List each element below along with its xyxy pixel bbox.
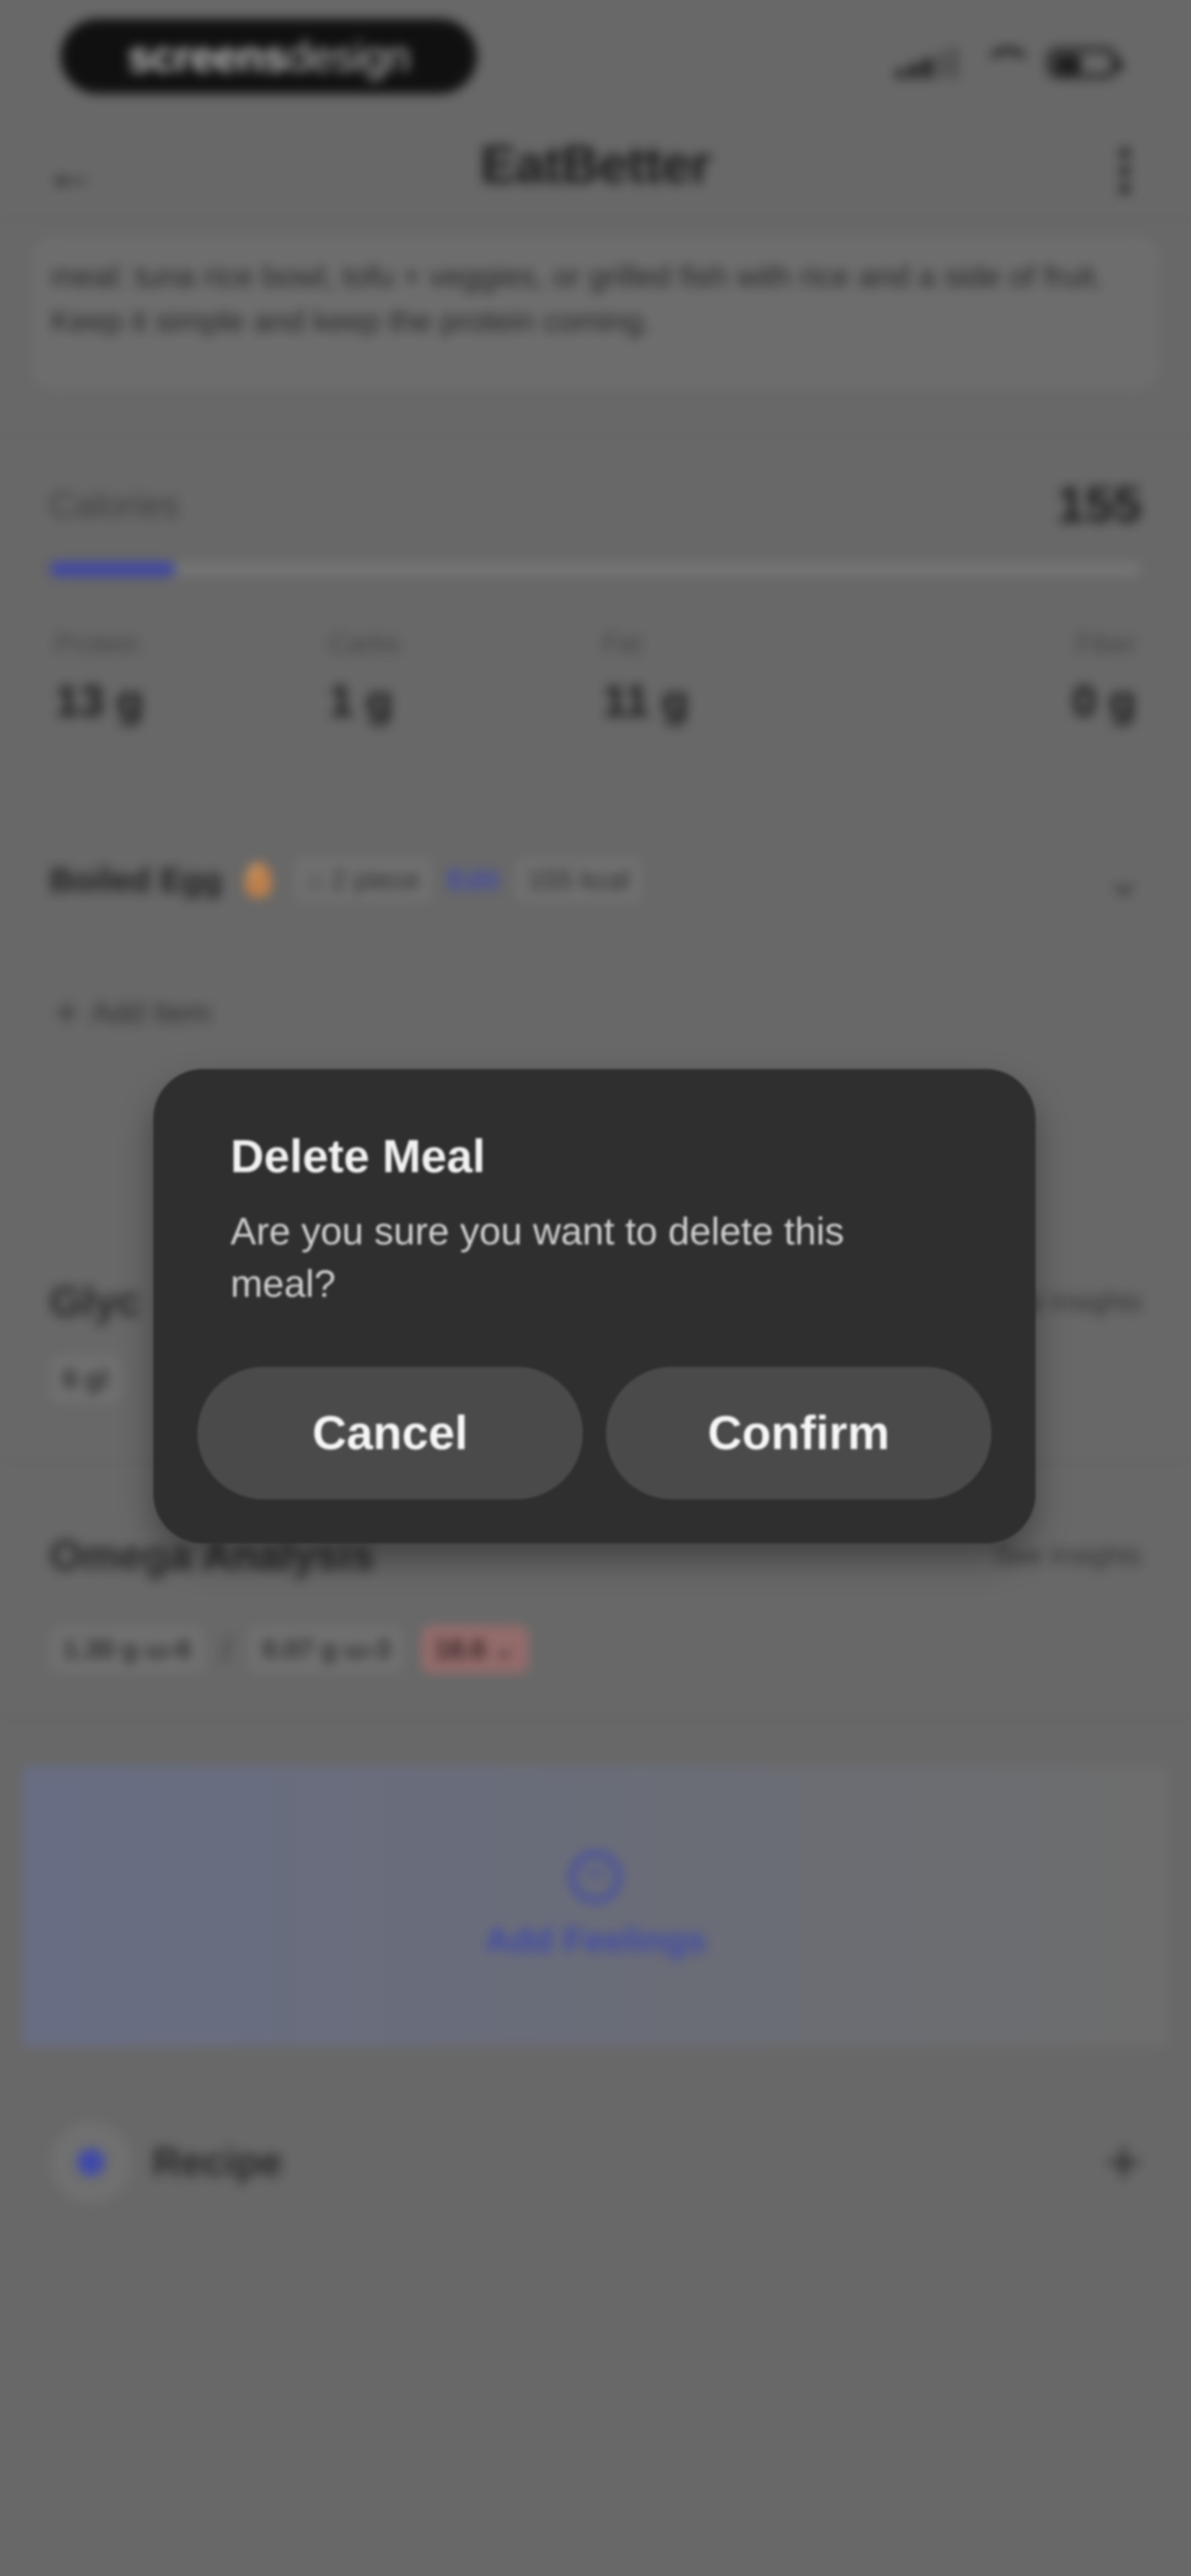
cancel-button[interactable]: Cancel <box>197 1367 583 1499</box>
screen: screens design ← EatBetter meal: tuna ri… <box>0 0 1191 2576</box>
dialog-message: Are you sure you want to delete this mea… <box>230 1210 844 1305</box>
dialog-title: Delete Meal <box>230 1130 486 1182</box>
delete-meal-dialog: Delete Meal Are you sure you want to del… <box>153 1069 1036 1543</box>
dialog-actions: Cancel Confirm <box>197 1367 991 1499</box>
confirm-button[interactable]: Confirm <box>606 1367 991 1499</box>
